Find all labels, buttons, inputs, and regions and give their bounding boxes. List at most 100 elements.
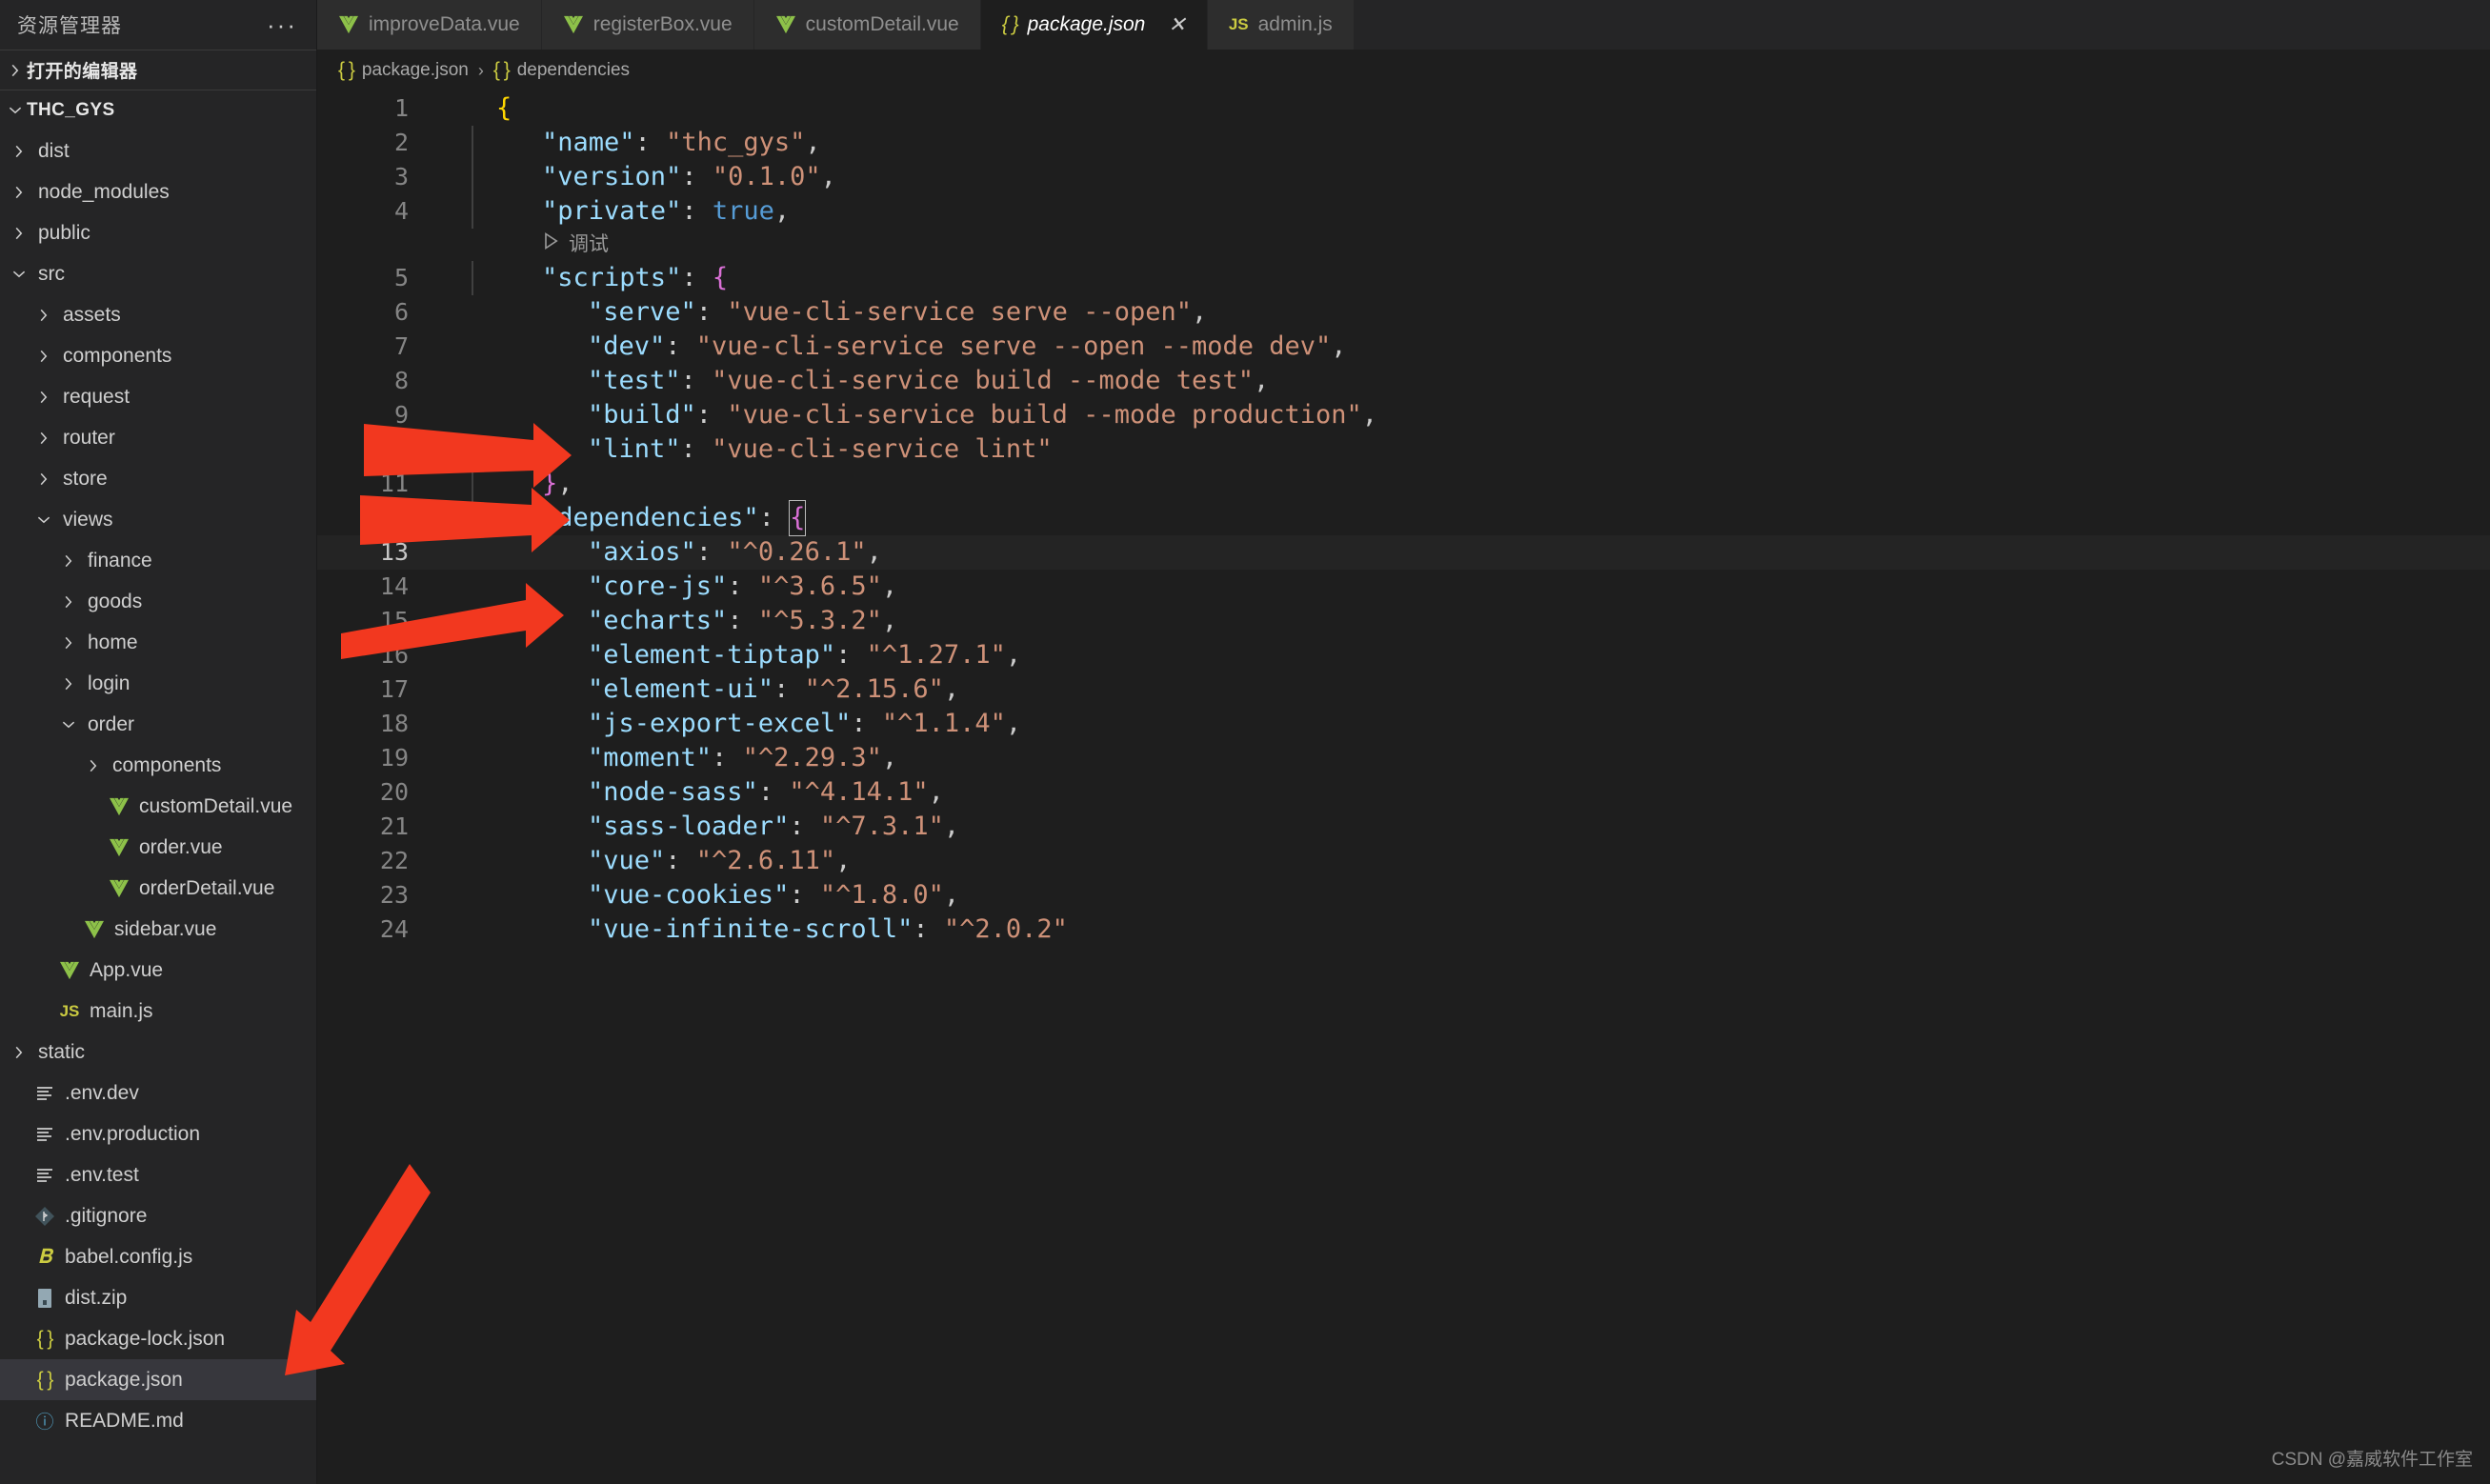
open-editors-label: 打开的编辑器 — [27, 62, 138, 82]
vue-file-icon — [105, 838, 133, 857]
code-line-10[interactable]: 10 "lint": "vue-cli-service lint" — [317, 432, 2490, 467]
json-icon: { } — [1001, 13, 1019, 35]
code-token: "0.1.0" — [712, 162, 821, 191]
tree-item-goods[interactable]: goods — [0, 581, 316, 622]
tab-admin-js[interactable]: JS admin.js — [1207, 0, 1355, 50]
tree-item-dist-zip[interactable]: dist.zip — [0, 1277, 316, 1318]
code-editor[interactable]: 1{2 "name": "thc_gys", 3 "version": "0.1.0"… — [317, 91, 2490, 1484]
code-content[interactable]: 1{2 "name": "thc_gys", 3 "version": "0.1.0"… — [317, 91, 2490, 947]
code-line-8[interactable]: 8 "test": "vue-cli-service build --mode t… — [317, 364, 2490, 398]
open-editors-section[interactable]: 打开的编辑器 — [0, 50, 316, 90]
code-token: , — [1254, 366, 1270, 395]
codelens-debug[interactable]: 调试 — [317, 229, 2490, 261]
code-text: "axios": "^0.26.1", — [473, 535, 882, 570]
code-token: , — [820, 162, 836, 191]
tree-item-main-js[interactable]: JS main.js — [0, 991, 316, 1032]
code-token: : — [695, 297, 728, 327]
breadcrumb-symbol[interactable]: dependencies — [517, 60, 630, 81]
tree-item--gitignore[interactable]: .gitignore — [0, 1195, 316, 1236]
tree-item--env-dev[interactable]: .env.dev — [0, 1073, 316, 1113]
play-icon[interactable] — [542, 228, 559, 262]
tree-item-package-lock-json[interactable]: { } package-lock.json — [0, 1318, 316, 1359]
breadcrumb-file[interactable]: package.json — [362, 60, 469, 81]
tree-item-router[interactable]: router — [0, 417, 316, 458]
tab-improvedata-vue[interactable]: improveData.vue — [317, 0, 542, 50]
code-line-22[interactable]: 22 "vue": "^2.6.11", — [317, 844, 2490, 878]
babel-file-icon: 𝐁 — [37, 1245, 52, 1268]
tree-item-src[interactable]: src — [0, 253, 316, 294]
code-line-12[interactable]: 12 "dependencies": { — [317, 500, 2490, 536]
code-line-13[interactable]: 13 "axios": "^0.26.1", — [317, 535, 2490, 570]
tree-item--env-production[interactable]: .env.production — [0, 1113, 316, 1154]
code-line-9[interactable]: 9 "build": "vue-cli-service build --mode … — [317, 398, 2490, 432]
code-line-5[interactable]: 5 "scripts": { — [317, 261, 2490, 295]
code-line-11[interactable]: 11}, — [317, 467, 2490, 501]
tree-item-order[interactable]: order — [0, 704, 316, 745]
code-token: { — [712, 263, 729, 292]
code-token: , — [881, 572, 898, 601]
code-line-4[interactable]: 4 "private": true, — [317, 194, 2490, 229]
tree-item-app-vue[interactable]: App.vue — [0, 950, 316, 991]
close-icon[interactable]: ✕ — [1168, 12, 1185, 37]
tree-item-request[interactable]: request — [0, 376, 316, 417]
tree-item-readme-md[interactable]: ⓘ README.md — [0, 1400, 316, 1441]
code-line-3[interactable]: 3 "version": "0.1.0", — [317, 160, 2490, 194]
tree-item-orderdetail-vue[interactable]: orderDetail.vue — [0, 868, 316, 909]
tree-item-package-json[interactable]: { } package.json — [0, 1359, 316, 1400]
js-icon: JS — [1228, 15, 1249, 33]
tree-item-components[interactable]: components — [0, 335, 316, 376]
code-line-23[interactable]: 23 "vue-cookies": "^1.8.0", — [317, 878, 2490, 912]
tab-label: package.json — [1027, 13, 1146, 35]
chevron-down-icon — [57, 716, 80, 733]
tree-item-components[interactable]: components — [0, 745, 316, 786]
tree-item-customdetail-vue[interactable]: customDetail.vue — [0, 786, 316, 827]
more-actions-icon[interactable]: ··· — [267, 12, 297, 37]
tree-item-label: router — [63, 426, 115, 449]
tree-item-label: public — [38, 221, 90, 244]
line-number: 15 — [379, 607, 409, 634]
explorer-header: 资源管理器 ··· — [0, 0, 316, 50]
code-line-19[interactable]: 19 "moment": "^2.29.3", — [317, 741, 2490, 775]
code-line-7[interactable]: 7 "dev": "vue-cli-service serve --open --… — [317, 330, 2490, 364]
project-root-section[interactable]: THC_GYS — [0, 90, 316, 130]
code-token: "core-js" — [588, 572, 728, 601]
code-text: "element-ui": "^2.15.6", — [473, 672, 959, 707]
tree-item--env-test[interactable]: .env.test — [0, 1154, 316, 1195]
chevron-right-icon — [57, 634, 80, 652]
code-line-1[interactable]: 1{ — [317, 91, 2490, 126]
code-line-24[interactable]: 24 "vue-infinite-scroll": "^2.0.2" — [317, 912, 2490, 947]
code-text: "dependencies": { — [473, 500, 807, 536]
tree-item-static[interactable]: static — [0, 1032, 316, 1073]
code-token: "name" — [542, 128, 635, 157]
line-number: 23 — [379, 881, 409, 909]
tree-item-sidebar-vue[interactable]: sidebar.vue — [0, 909, 316, 950]
tree-item-babel-config-js[interactable]: 𝐁babel.config.js — [0, 1236, 316, 1277]
code-line-17[interactable]: 17 "element-ui": "^2.15.6", — [317, 672, 2490, 707]
code-token: : — [789, 812, 820, 841]
tree-item-public[interactable]: public — [0, 212, 316, 253]
code-line-16[interactable]: 16 "element-tiptap": "^1.27.1", — [317, 638, 2490, 672]
code-line-2[interactable]: 2 "name": "thc_gys", — [317, 126, 2490, 160]
tree-item-home[interactable]: home — [0, 622, 316, 663]
code-line-21[interactable]: 21 "sass-loader": "^7.3.1", — [317, 810, 2490, 844]
tree-item-node-modules[interactable]: node_modules — [0, 171, 316, 212]
tree-item-finance[interactable]: finance — [0, 540, 316, 581]
tree-item-order-vue[interactable]: order.vue — [0, 827, 316, 868]
code-line-14[interactable]: 14 "core-js": "^3.6.5", — [317, 570, 2490, 604]
code-line-18[interactable]: 18 "js-export-excel": "^1.1.4", — [317, 707, 2490, 741]
code-line-6[interactable]: 6 "serve": "vue-cli-service serve --open"… — [317, 295, 2490, 330]
tree-item-views[interactable]: views — [0, 499, 316, 540]
tree-item-store[interactable]: store — [0, 458, 316, 499]
tree-item-assets[interactable]: assets — [0, 294, 316, 335]
code-line-20[interactable]: 20 "node-sass": "^4.14.1", — [317, 775, 2490, 810]
tab-registerbox-vue[interactable]: registerBox.vue — [541, 0, 754, 50]
code-token: "^2.29.3" — [742, 743, 882, 772]
tree-item-login[interactable]: login — [0, 663, 316, 704]
tab-package-json[interactable]: { } package.json ✕ — [980, 0, 1208, 50]
code-text: "build": "vue-cli-service build --mode p… — [473, 398, 1377, 432]
tree-item-dist[interactable]: dist — [0, 130, 316, 171]
code-line-15[interactable]: 15 "echarts": "^5.3.2", — [317, 604, 2490, 638]
codelens-label[interactable]: 调试 — [569, 228, 609, 262]
tab-customdetail-vue[interactable]: customDetail.vue — [753, 0, 981, 50]
code-token: "vue-cookies" — [588, 880, 790, 910]
